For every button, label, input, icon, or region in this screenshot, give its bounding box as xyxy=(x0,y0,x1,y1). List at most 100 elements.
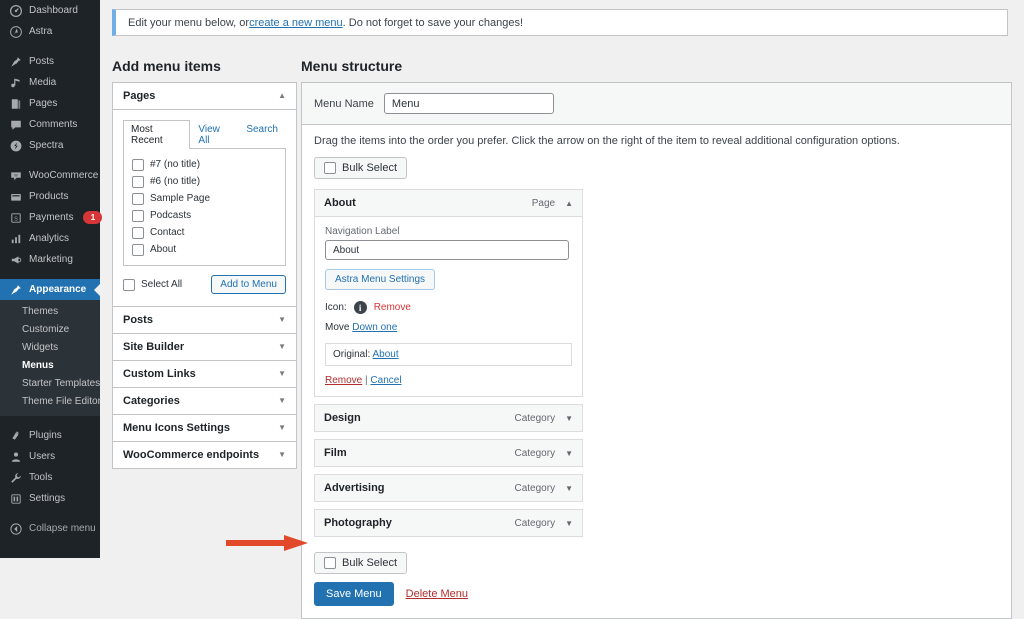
menu-item-advertising[interactable]: Advertising Category ▼ xyxy=(314,474,583,502)
sidebar-separator xyxy=(0,156,100,165)
select-all-checkbox[interactable] xyxy=(123,279,135,291)
categories-panel-header[interactable]: Categories ▼ xyxy=(113,388,296,414)
menu-item-design[interactable]: Design Category ▼ xyxy=(314,404,583,432)
page-checkbox[interactable] xyxy=(132,176,144,188)
bulk-select-bottom[interactable]: Bulk Select xyxy=(314,552,407,574)
submenu-item-starter-templates[interactable]: Starter Templates xyxy=(0,375,100,393)
sidebar-item-products[interactable]: Products xyxy=(0,186,100,207)
info-circle-icon[interactable]: i xyxy=(354,301,367,314)
posts-panel-header[interactable]: Posts ▼ xyxy=(113,307,296,333)
pages-panel-header[interactable]: Pages ▲ xyxy=(113,83,296,110)
menu-item-header[interactable]: About Page ▲ xyxy=(315,190,582,216)
astra-menu-settings-button[interactable]: Astra Menu Settings xyxy=(325,269,435,290)
submenu-item-themes[interactable]: Themes xyxy=(0,303,100,321)
menu-item-title: Advertising xyxy=(324,482,385,494)
sidebar-item-tools[interactable]: Tools xyxy=(0,467,100,488)
expanded-caret-icon[interactable]: ▲ xyxy=(565,199,573,208)
chevron-down-icon[interactable]: ▼ xyxy=(565,414,573,423)
bulk-select-label: Bulk Select xyxy=(342,162,397,174)
sidebar-item-spectra[interactable]: Spectra xyxy=(0,135,100,156)
select-all-row[interactable]: Select All xyxy=(123,276,182,293)
sidebar-item-label: Tools xyxy=(29,467,52,488)
remove-menu-item-link[interactable]: Remove xyxy=(325,375,362,386)
sidebar-item-analytics[interactable]: Analytics xyxy=(0,228,100,249)
chevron-down-icon[interactable]: ▼ xyxy=(278,424,286,432)
collapse-caret-icon[interactable]: ▲ xyxy=(278,92,286,100)
list-item[interactable]: Contact xyxy=(132,224,277,241)
bulk-select-checkbox[interactable] xyxy=(324,162,336,174)
custom-links-panel-title: Custom Links xyxy=(123,368,196,380)
list-item[interactable]: #6 (no title) xyxy=(132,173,277,190)
tab-most-recent[interactable]: Most Recent xyxy=(123,120,190,149)
page-checkbox[interactable] xyxy=(132,193,144,205)
list-item[interactable]: Sample Page xyxy=(132,190,277,207)
original-link[interactable]: About xyxy=(372,349,398,360)
sidebar-item-appearance[interactable]: Appearance xyxy=(0,279,100,300)
menu-item-about[interactable]: About Page ▲ Navigation Label Astra Menu… xyxy=(314,189,583,397)
nav-label-input[interactable] xyxy=(325,240,569,260)
sidebar-item-marketing[interactable]: Marketing xyxy=(0,249,100,270)
tab-search[interactable]: Search xyxy=(238,120,286,149)
sidebar-item-payments[interactable]: S Payments 1 xyxy=(0,207,100,228)
submenu-item-menus[interactable]: Menus xyxy=(0,357,100,375)
chevron-down-icon[interactable]: ▼ xyxy=(278,370,286,378)
menu-name-input[interactable] xyxy=(384,93,554,114)
site-builder-panel-header[interactable]: Site Builder ▼ xyxy=(113,334,296,360)
icon-remove-link[interactable]: Remove xyxy=(374,302,411,313)
menu-item-header[interactable]: Design Category ▼ xyxy=(315,405,582,431)
page-checkbox[interactable] xyxy=(132,159,144,171)
tab-view-all[interactable]: View All xyxy=(190,120,238,149)
collapse-menu-button[interactable]: Collapse menu xyxy=(0,518,100,539)
pages-tabs: Most Recent View All Search xyxy=(123,119,286,149)
chevron-down-icon[interactable]: ▼ xyxy=(278,316,286,324)
sidebar-item-media[interactable]: Media xyxy=(0,72,100,93)
list-item[interactable]: Podcasts xyxy=(132,207,277,224)
sidebar-item-posts[interactable]: Posts xyxy=(0,51,100,72)
sidebar-separator xyxy=(0,270,100,279)
custom-links-panel-header[interactable]: Custom Links ▼ xyxy=(113,361,296,387)
chevron-down-icon[interactable]: ▼ xyxy=(278,397,286,405)
submenu-item-theme-file-editor[interactable]: Theme File Editor xyxy=(0,393,100,411)
page-label: Contact xyxy=(150,225,184,240)
woocommerce-endpoints-panel-header[interactable]: WooCommerce endpoints ▼ xyxy=(113,442,296,468)
cancel-link[interactable]: Cancel xyxy=(370,375,401,386)
chevron-down-icon[interactable]: ▼ xyxy=(565,484,573,493)
page-checkbox[interactable] xyxy=(132,210,144,222)
menu-icons-settings-panel-header[interactable]: Menu Icons Settings ▼ xyxy=(113,415,296,441)
sidebar-item-plugins[interactable]: Plugins xyxy=(0,425,100,446)
main-content: Edit your menu below, or create a new me… xyxy=(100,0,1024,558)
comment-icon xyxy=(9,118,22,131)
chevron-down-icon[interactable]: ▼ xyxy=(565,519,573,528)
menu-item-type: Page xyxy=(532,198,555,209)
menu-item-photography[interactable]: Photography Category ▼ xyxy=(314,509,583,537)
menu-item-header[interactable]: Photography Category ▼ xyxy=(315,510,582,536)
sidebar-item-comments[interactable]: Comments xyxy=(0,114,100,135)
bulk-select-top[interactable]: Bulk Select xyxy=(314,157,407,179)
sidebar-item-dashboard[interactable]: Dashboard xyxy=(0,0,100,21)
submenu-item-customize[interactable]: Customize xyxy=(0,321,100,339)
sidebar-item-settings[interactable]: Settings xyxy=(0,488,100,509)
create-new-menu-link[interactable]: create a new menu xyxy=(249,17,343,29)
bulk-select-checkbox[interactable] xyxy=(324,557,336,569)
delete-menu-link[interactable]: Delete Menu xyxy=(406,588,468,600)
menu-item-header[interactable]: Film Category ▼ xyxy=(315,440,582,466)
sidebar-item-astra[interactable]: Astra xyxy=(0,21,100,42)
menu-item-header[interactable]: Advertising Category ▼ xyxy=(315,475,582,501)
menu-item-film[interactable]: Film Category ▼ xyxy=(314,439,583,467)
page-checkbox[interactable] xyxy=(132,244,144,256)
add-to-menu-button[interactable]: Add to Menu xyxy=(211,275,286,294)
right-arrow-annotation xyxy=(226,533,316,553)
list-item[interactable]: #7 (no title) xyxy=(132,156,277,173)
page-checkbox[interactable] xyxy=(132,227,144,239)
chevron-down-icon[interactable]: ▼ xyxy=(278,451,286,459)
move-down-one-link[interactable]: Down one xyxy=(352,322,397,333)
analytics-icon xyxy=(9,232,22,245)
save-menu-button[interactable]: Save Menu xyxy=(314,582,394,606)
chevron-down-icon[interactable]: ▼ xyxy=(565,449,573,458)
sidebar-item-pages[interactable]: Pages xyxy=(0,93,100,114)
sidebar-item-woocommerce[interactable]: W WooCommerce xyxy=(0,165,100,186)
chevron-down-icon[interactable]: ▼ xyxy=(278,343,286,351)
sidebar-item-users[interactable]: Users xyxy=(0,446,100,467)
list-item[interactable]: About xyxy=(132,241,277,258)
submenu-item-widgets[interactable]: Widgets xyxy=(0,339,100,357)
